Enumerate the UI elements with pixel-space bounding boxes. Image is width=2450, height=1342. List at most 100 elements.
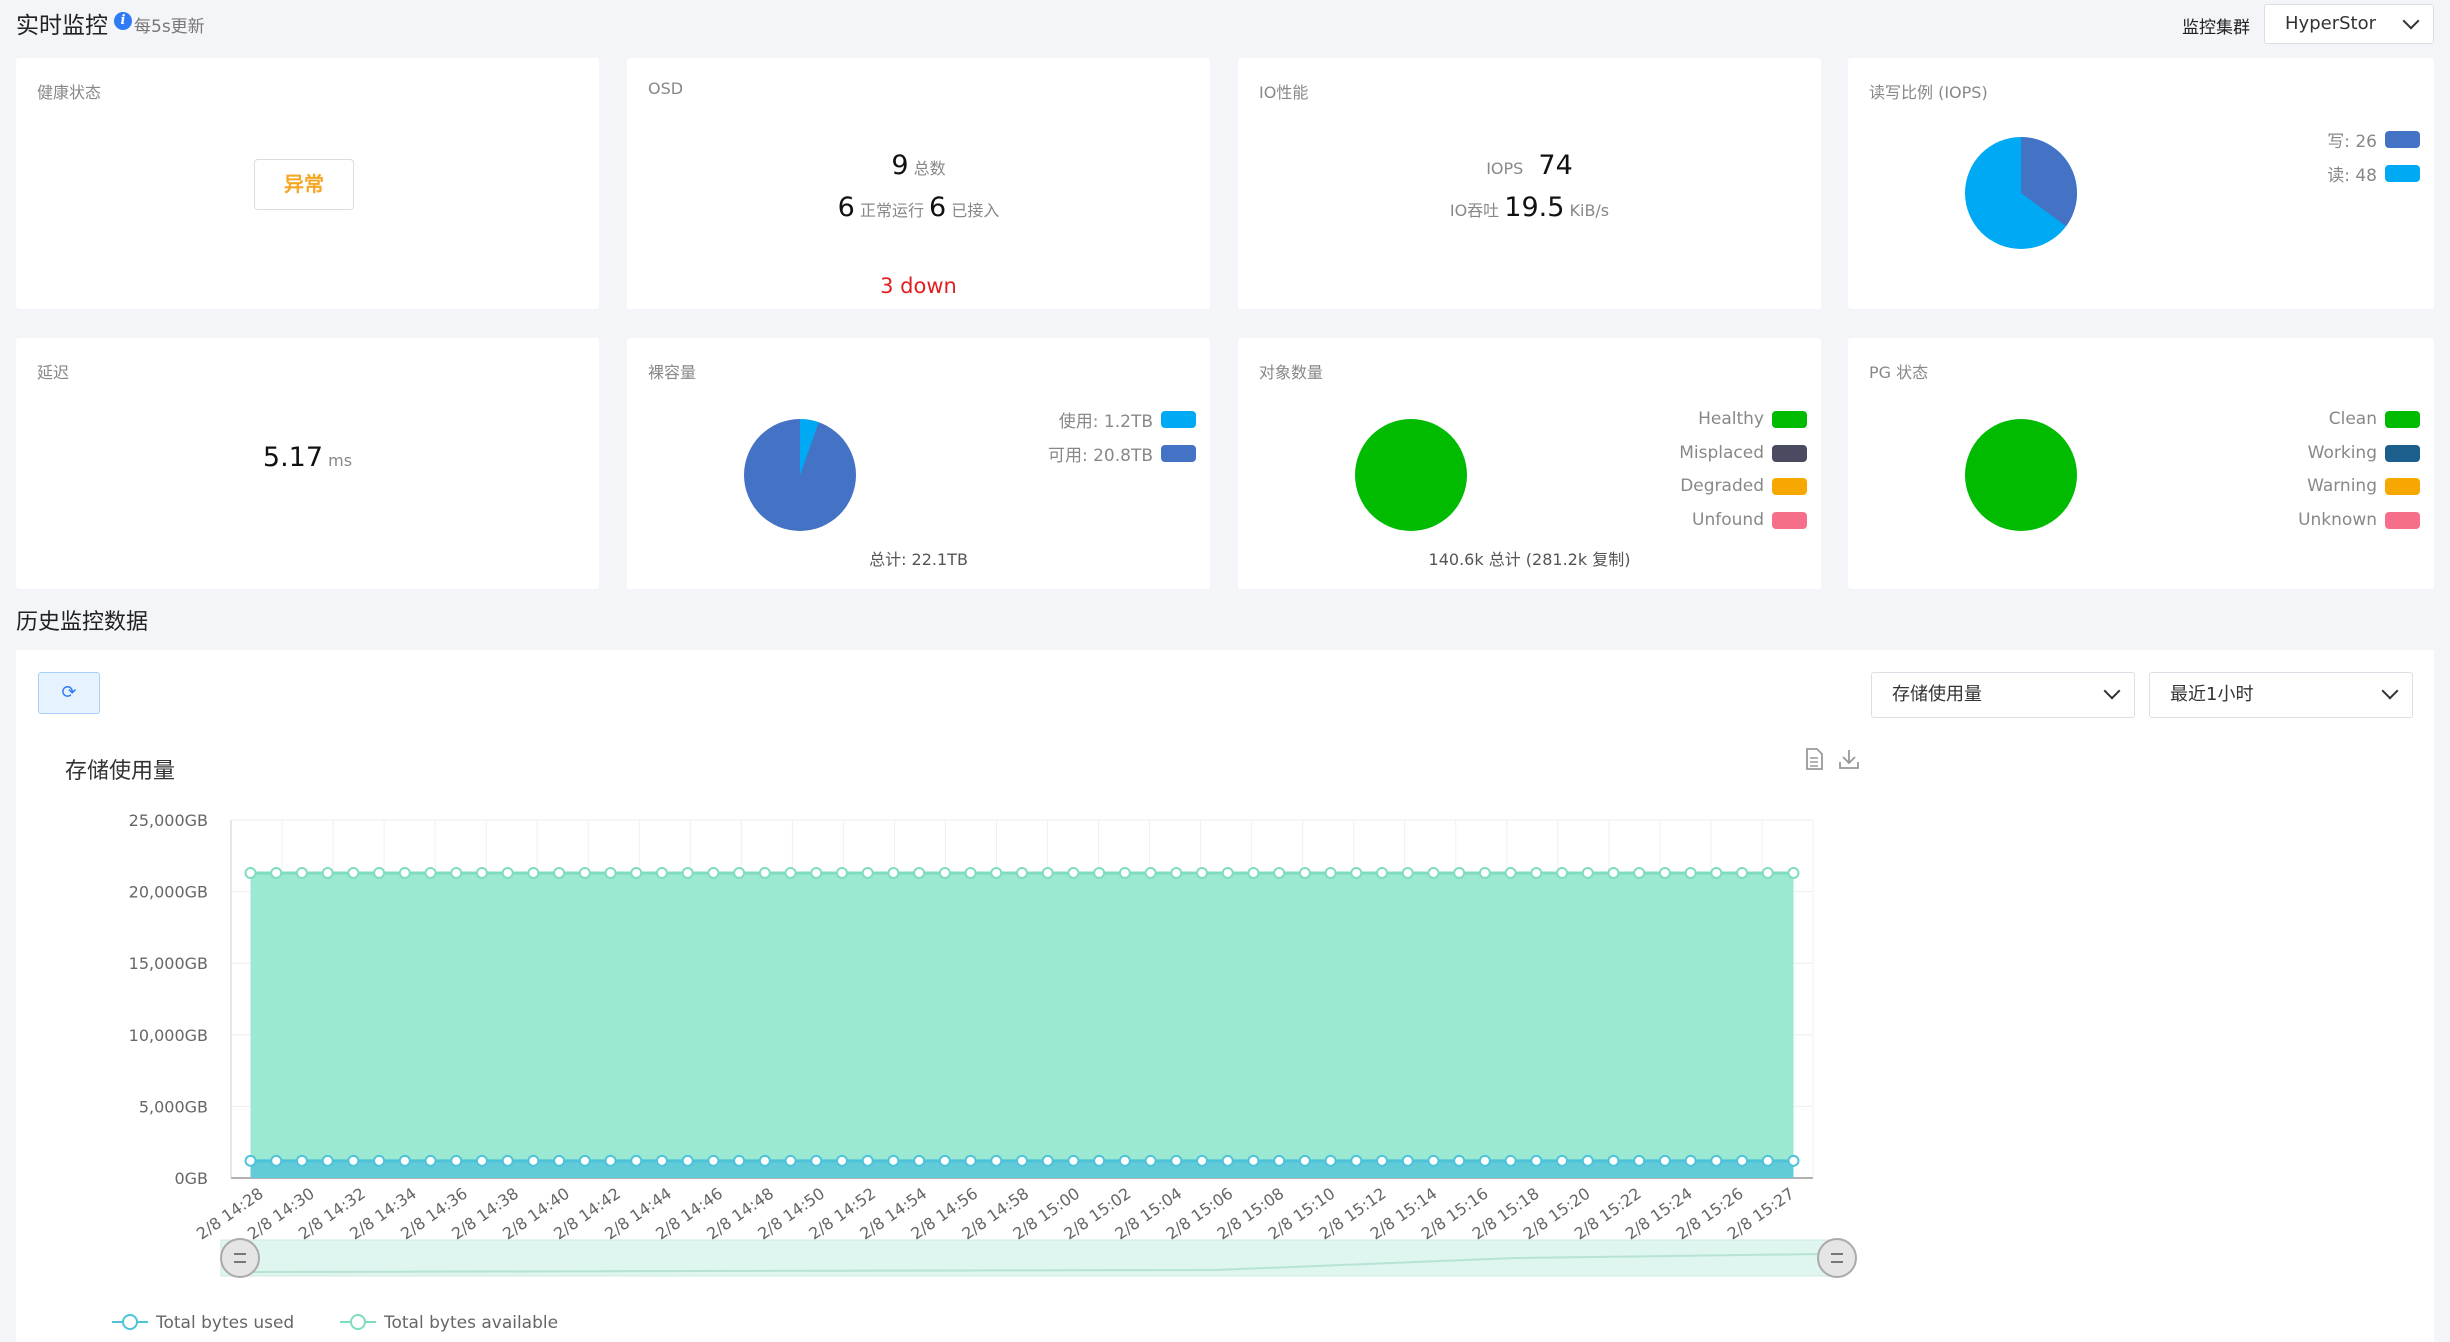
osd-down: 3 down: [880, 274, 957, 298]
latency-unit: ms: [328, 451, 353, 470]
legend-unknown[interactable]: Unknown: [2298, 510, 2420, 530]
data-point: [1093, 1154, 1106, 1167]
legend-label: Healthy: [1698, 409, 1764, 429]
data-point: [964, 1154, 977, 1167]
y-tick-label: 25,000GB: [129, 811, 208, 830]
legend-misplaced[interactable]: Misplaced: [1679, 443, 1807, 463]
data-point: [1761, 1154, 1774, 1167]
legend-swatch: [1161, 410, 1196, 428]
data-point: [501, 866, 514, 879]
legend-swatch: [1772, 410, 1807, 428]
data-point: [887, 1154, 900, 1167]
legend-write[interactable]: 写: 26: [2327, 129, 2420, 152]
card-title: OSD: [648, 79, 684, 98]
data-point: [270, 866, 283, 879]
legend-swatch: [1772, 511, 1807, 529]
pg-pie-chart[interactable]: [1964, 418, 2078, 532]
data-point: [1453, 1154, 1466, 1167]
objects-pie-chart[interactable]: [1354, 418, 1468, 532]
legend-read[interactable]: 读: 48: [2327, 163, 2420, 186]
card-title: 对象数量: [1259, 363, 1324, 382]
chevron-down-icon: [2402, 12, 2420, 30]
data-point: [1710, 866, 1723, 879]
page-title: 实时监控: [16, 13, 108, 39]
data-point: [1196, 866, 1209, 879]
data-point: [604, 866, 617, 879]
data-point: [1016, 1154, 1028, 1167]
legend-degraded[interactable]: Degraded: [1680, 476, 1807, 496]
data-point: [321, 1154, 334, 1167]
info-icon[interactable]: i: [114, 12, 132, 30]
zoom-handle-right[interactable]: [1817, 1238, 1857, 1278]
data-point: [1453, 866, 1466, 879]
cluster-select[interactable]: HyperStor: [2264, 4, 2434, 44]
data-point: [630, 1154, 643, 1167]
legend-label: Working: [2307, 443, 2377, 463]
data-point: [1324, 866, 1337, 879]
data-point: [501, 1154, 514, 1167]
legend-clean[interactable]: Clean: [2329, 409, 2420, 429]
data-point: [1761, 866, 1774, 879]
cluster-label: 监控集群: [2182, 18, 2250, 38]
data-point: [1658, 866, 1671, 879]
rw-pie-chart[interactable]: [1964, 136, 2078, 250]
osd-total-label: 总数: [913, 159, 946, 178]
legend-swatch: [2385, 164, 2420, 182]
legend-warning[interactable]: Warning: [2307, 476, 2420, 496]
legend-label: Misplaced: [1679, 443, 1764, 463]
data-point: [681, 1154, 694, 1167]
history-chart[interactable]: 25,000GB 20,000GB 15,000GB 10,000GB 5,000GB 0…: [16, 650, 2434, 1342]
zoom-handle-left[interactable]: [220, 1238, 260, 1278]
health-status-button[interactable]: 异常: [254, 159, 354, 210]
pie-slice-healthy: [1355, 419, 1467, 531]
data-point: [1633, 1154, 1646, 1167]
data-point: [244, 866, 257, 879]
data-point: [1581, 866, 1594, 879]
data-point: [578, 866, 591, 879]
legend-marker: [122, 1314, 138, 1330]
data-point: [1041, 866, 1054, 879]
data-point: [810, 1154, 823, 1167]
latency-card: 延迟 5.17 ms: [16, 338, 599, 589]
data-point: [553, 1154, 566, 1167]
data-point: [604, 1154, 617, 1167]
iops-label: IOPS: [1486, 159, 1524, 178]
data-point: [1093, 866, 1106, 879]
data-point: [1118, 866, 1131, 879]
data-point: [1556, 1154, 1569, 1167]
data-point: [707, 866, 720, 879]
data-point: [1478, 866, 1491, 879]
data-point: [1427, 866, 1440, 879]
legend-working[interactable]: Working: [2308, 443, 2420, 463]
objects-card: 对象数量 Healthy Misplaced Degraded Unfound …: [1238, 338, 1821, 589]
legend-label: Unknown: [2298, 510, 2377, 530]
legend-swatch: [2385, 511, 2420, 529]
data-point: [373, 866, 386, 879]
data-point: [938, 1154, 951, 1167]
data-point: [270, 1154, 283, 1167]
capacity-pie-chart[interactable]: [743, 418, 857, 532]
legend-label: 可用: 20.8TB: [1047, 445, 1153, 466]
data-point: [1350, 1154, 1363, 1167]
data-point: [373, 1154, 386, 1167]
data-point: [1736, 866, 1749, 879]
history-panel: ⟳ 存储使用量 最近1小时 存储使用量 25,000GB 20,000GB 15,0…: [16, 650, 2434, 1342]
legend-used[interactable]: 使用: 1.2TB: [1059, 409, 1196, 432]
throughput-value: 19.5: [1504, 192, 1565, 223]
data-point: [938, 866, 951, 879]
y-tick-label: 5,000GB: [139, 1097, 208, 1116]
legend-unfound[interactable]: Unfound: [1692, 510, 1807, 530]
data-point: [578, 1154, 591, 1167]
data-point: [1350, 866, 1363, 879]
update-note: 每5s更新: [134, 17, 205, 37]
data-point: [527, 866, 540, 879]
legend-healthy[interactable]: Healthy: [1698, 409, 1807, 429]
legend-available[interactable]: 可用: 20.8TB: [1047, 443, 1196, 466]
rw-ratio-card: 读写比例 (IOPS) 写: 26 读: 48: [1848, 58, 2434, 309]
latency-value: 5.17: [262, 442, 324, 473]
data-point: [398, 1154, 411, 1167]
data-point: [990, 866, 1003, 879]
data-point: [861, 866, 874, 879]
data-point: [1633, 866, 1646, 879]
data-point: [475, 866, 488, 879]
